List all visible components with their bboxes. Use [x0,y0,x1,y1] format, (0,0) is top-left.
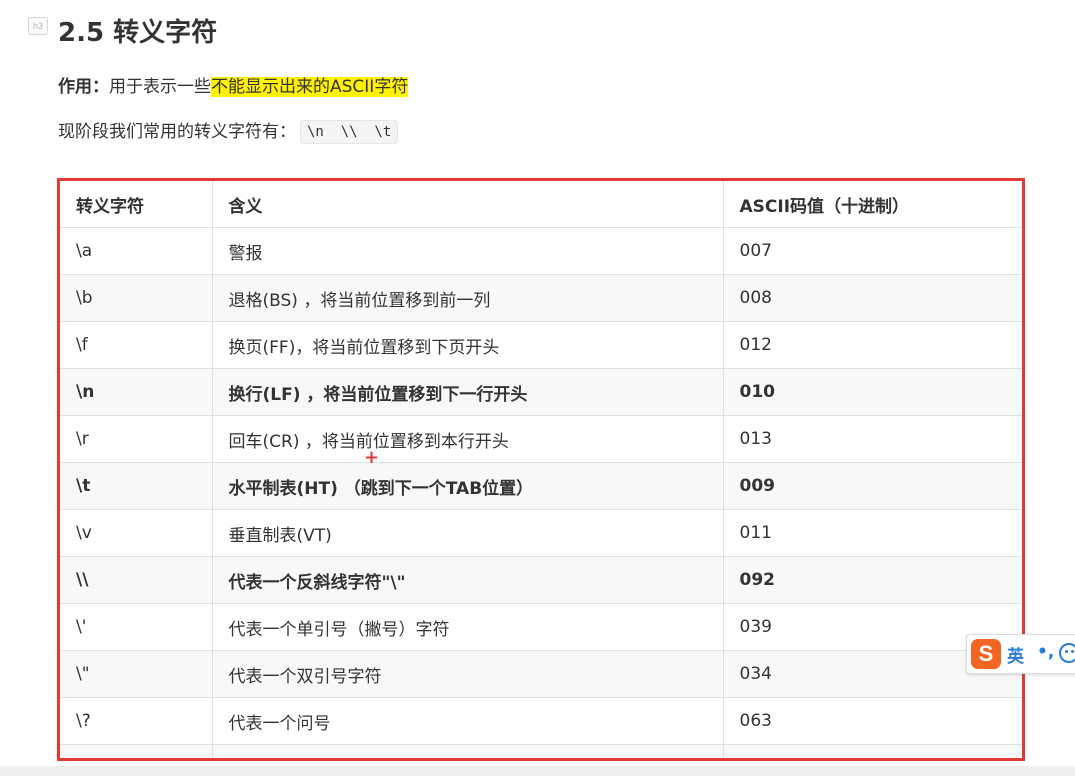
crosshair-cursor-icon: + [364,447,380,468]
cell-meaning: 代表一个单引号（撇号）字符 [211,603,724,651]
table-header-row: 转义字符 含义 ASCII码值（十进制） [60,181,1022,228]
common-escapes-line: 现阶段我们常用的转义字符有： \n \\ \t [58,119,399,145]
cell-escape: \t [60,462,213,510]
header-escape: 转义字符 [60,181,213,228]
cell-meaning: 换行(LF) ，将当前位置移到下一行开头 [211,368,724,416]
cell-escape: \0 [60,744,213,758]
cell-meaning: 警报 [211,227,724,275]
escape-table-frame: 转义字符 含义 ASCII码值（十进制） \a 警报 007 \b 退格(BS) ，将当… [57,178,1025,761]
cell-meaning: 数字0 [211,744,724,758]
table-row: \r 回车(CR) ，将当前位置移到本行开头 013 [60,415,1022,463]
cell-escape: \? [60,697,213,745]
ime-language-toggle[interactable]: 英 [1007,642,1024,667]
cell-ascii: 092 [722,556,1022,604]
inline-code: \n \\ \t [300,120,399,144]
cell-meaning: 换页(FF)，将当前位置移到下页开头 [211,321,724,369]
table-row: \\ 代表一个反斜线字符"\" 092 [60,556,1022,604]
cell-escape: \b [60,274,213,322]
header-ascii: ASCII码值（十进制） [722,181,1022,228]
cell-meaning: 退格(BS) ，将当前位置移到前一列 [211,274,724,322]
ime-punctuation-toggle[interactable]: •, [1037,642,1054,662]
cell-ascii: 000 [722,744,1022,758]
table-row: \t 水平制表(HT) （跳到下一个TAB位置） 009 [60,462,1022,510]
document-page: h3 2.5 转义字符 作用：用于表示一些不能显示出来的ASCII字符 现阶段我… [0,0,1075,776]
cell-ascii: 007 [722,227,1022,275]
cell-meaning: 代表一个问号 [211,697,724,745]
purpose-line: 作用：用于表示一些不能显示出来的ASCII字符 [58,74,409,100]
purpose-highlight: 不能显示出来的ASCII字符 [211,77,409,97]
header-meaning: 含义 [211,181,724,228]
table-row: \f 换页(FF)，将当前位置移到下页开头 012 [60,321,1022,369]
smiley-icon[interactable] [1059,643,1075,663]
cell-meaning: 回车(CR) ，将当前位置移到本行开头 [211,415,724,463]
table-row: \" 代表一个双引号字符 034 [60,650,1022,698]
cell-ascii: 010 [722,368,1022,416]
cell-escape: \r [60,415,213,463]
heading-level-badge: h3 [28,17,48,35]
cell-escape: \" [60,650,213,698]
cell-meaning: 代表一个双引号字符 [211,650,724,698]
cell-escape: \a [60,227,213,275]
table-row: \0数字0000 [60,744,1022,758]
cell-meaning: 水平制表(HT) （跳到下一个TAB位置） [211,462,724,510]
cell-ascii: 009 [722,462,1022,510]
sogou-logo-icon[interactable]: S [971,639,1001,669]
table-row: \n 换行(LF) ，将当前位置移到下一行开头 010 [60,368,1022,416]
escape-table: 转义字符 含义 ASCII码值（十进制） \a 警报 007 \b 退格(BS) ，将当… [60,181,1022,758]
common-escapes-text: 现阶段我们常用的转义字符有： [58,122,296,142]
section-heading: 2.5 转义字符 [58,18,218,48]
cell-escape: \n [60,368,213,416]
table-row: \' 代表一个单引号（撇号）字符 039 [60,603,1022,651]
cell-meaning: 垂直制表(VT) [211,509,724,557]
cell-ascii: 011 [722,509,1022,557]
cell-escape: \f [60,321,213,369]
cell-escape: \v [60,509,213,557]
cell-ascii: 013 [722,415,1022,463]
cell-ascii: 063 [722,697,1022,745]
cell-ascii: 008 [722,274,1022,322]
cell-escape: \\ [60,556,213,604]
table-row: \? 代表一个问号 063 [60,697,1022,745]
cell-ascii: 012 [722,321,1022,369]
cell-escape: \' [60,603,213,651]
purpose-text: 用于表示一些 [109,77,211,97]
table-row: \v 垂直制表(VT) 011 [60,509,1022,557]
table-row: \b 退格(BS) ，将当前位置移到前一列 008 [60,274,1022,322]
purpose-label: 作用： [58,77,109,97]
ime-toolbar[interactable]: S 英 •, [966,634,1075,674]
bottom-shadow [0,766,1075,776]
cell-meaning: 代表一个反斜线字符"\" [211,556,724,604]
table-row: \a 警报 007 [60,227,1022,275]
